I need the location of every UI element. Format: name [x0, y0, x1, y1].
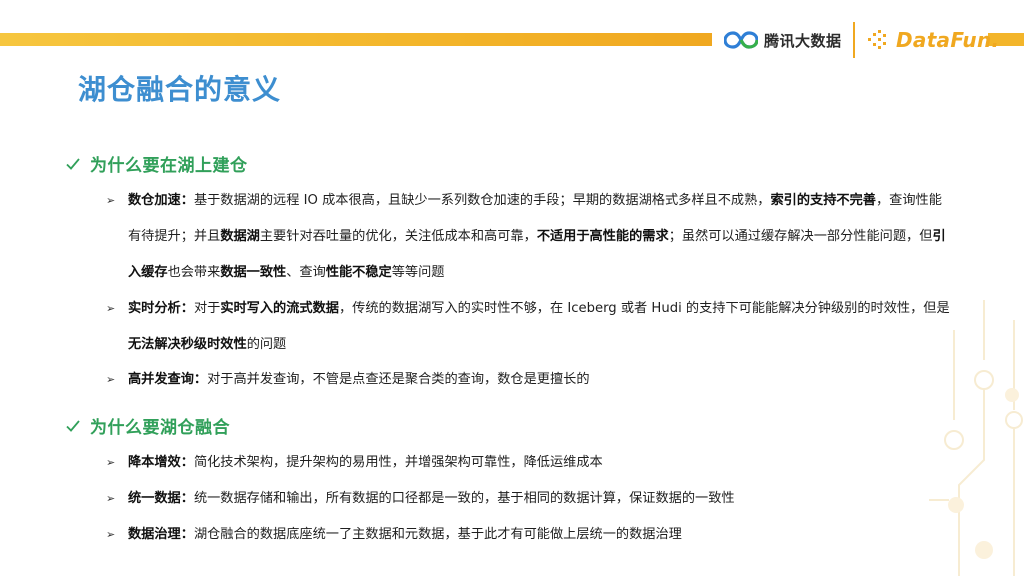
arrow-bullet-icon: ➢ — [106, 302, 116, 315]
datafun-dots-logo-icon — [868, 30, 886, 49]
list-item: ➢ 实时分析：对于实时写入的流式数据，传统的数据湖写入的实时性不够，在 Iceb… — [106, 291, 954, 363]
list-item: ➢ 降本增效：简化技术架构，提升架构的易用性，并增强架构可靠性，降低运维成本 — [106, 445, 954, 481]
check-icon — [66, 157, 80, 170]
emphasis-text: 索引的支持不完善 — [770, 193, 876, 208]
item-text: 也会带来 — [167, 265, 221, 280]
item-body: 数据治理：湖仓融合的数据底座统一了主数据和元数据，基于此才有可能做上层统一的数据… — [128, 517, 954, 553]
item-text: 统一数据存储和输出，所有数据的口径都是一致的，基于相同的数据计算，保证数据的一致… — [193, 491, 735, 506]
header-accent-bar — [0, 33, 712, 46]
list-item: ➢ 数据治理：湖仓融合的数据底座统一了主数据和元数据，基于此才有可能做上层统一的… — [106, 517, 954, 553]
item-text: 的问题 — [246, 337, 287, 352]
section-heading-1: 为什么要在湖上建仓 — [66, 151, 248, 176]
item-body: 实时分析：对于实时写入的流式数据，传统的数据湖写入的实时性不够，在 Iceber… — [128, 291, 954, 363]
emphasis-text: 数据湖 — [220, 229, 260, 244]
item-body: 高并发查询：对于高并发查询，不管是点查还是聚合类的查询，数仓是更擅长的 — [128, 362, 954, 398]
item-label: 实时分析： — [128, 301, 194, 316]
decorative-circuit-graphic — [929, 300, 1023, 576]
emphasis-text: 性能不稳定 — [325, 265, 392, 280]
item-body: 降本增效：简化技术架构，提升架构的易用性，并增强架构可靠性，降低运维成本 — [128, 445, 954, 481]
arrow-bullet-icon: ➢ — [106, 528, 116, 541]
tencent-infinity-logo-icon — [724, 31, 758, 49]
tencent-bigdata-brand: 腾讯大数据 — [724, 28, 842, 52]
list-item: ➢ 数仓加速：基于数据湖的远程 IO 成本很高，且缺少一系列数仓加速的手段；早期… — [106, 183, 954, 291]
emphasis-text: 无法解决秒级时效性 — [128, 337, 247, 352]
section-heading-2: 为什么要湖仓融合 — [66, 413, 230, 438]
item-label: 数仓加速： — [128, 193, 194, 208]
item-label: 高并发查询： — [128, 372, 208, 387]
emphasis-text: 实时写入的流式数据 — [220, 301, 339, 316]
arrow-bullet-icon: ➢ — [106, 194, 116, 207]
emphasis-text: 数据一致性 — [220, 265, 287, 280]
item-body: 数仓加速：基于数据湖的远程 IO 成本很高，且缺少一系列数仓加速的手段；早期的数… — [128, 183, 954, 291]
item-text: ；虽然可以通过缓存解决一部分性能问题，但 — [668, 229, 933, 244]
datafun-name: DataFun. — [896, 28, 1000, 52]
brand-divider — [853, 22, 855, 58]
item-label: 统一数据： — [128, 491, 194, 506]
check-icon — [66, 419, 80, 432]
item-text: 等等问题 — [391, 265, 445, 280]
item-text: 对于高并发查询，不管是点查还是聚合类的查询，数仓是更擅长的 — [207, 372, 590, 387]
section-heading-text: 为什么要在湖上建仓 — [90, 156, 248, 176]
item-label: 降本增效： — [128, 455, 194, 470]
item-body: 统一数据：统一数据存储和输出，所有数据的口径都是一致的，基于相同的数据计算，保证… — [128, 481, 954, 517]
list-item: ➢ 高并发查询：对于高并发查询，不管是点查还是聚合类的查询，数仓是更擅长的 — [106, 362, 954, 398]
item-text: 对于 — [193, 301, 221, 316]
page-title: 湖仓融合的意义 — [78, 73, 282, 106]
item-text: 基于数据湖的远程 IO 成本很高，且缺少一系列数仓加速的手段；早期的数据湖格式多… — [193, 193, 771, 208]
arrow-bullet-icon: ➢ — [106, 456, 116, 469]
item-text: 湖仓融合的数据底座统一了主数据和元数据，基于此才有可能做上层统一的数据治理 — [193, 527, 682, 542]
datafun-brand: DataFun. — [866, 26, 999, 54]
tencent-bigdata-name: 腾讯大数据 — [764, 31, 842, 50]
arrow-bullet-icon: ➢ — [106, 373, 116, 386]
item-text: ，传统的数据湖写入的实时性不够，在 Iceberg 或者 Hudi 的支持下可能… — [339, 301, 950, 316]
arrow-bullet-icon: ➢ — [106, 492, 116, 505]
item-text: 主要针对吞吐量的优化，关注低成本和高可靠， — [259, 229, 537, 244]
list-item: ➢ 统一数据：统一数据存储和输出，所有数据的口径都是一致的，基于相同的数据计算，… — [106, 481, 954, 517]
item-text: 简化技术架构，提升架构的易用性，并增强架构可靠性，降低运维成本 — [193, 455, 603, 470]
section-heading-text: 为什么要湖仓融合 — [90, 418, 230, 438]
emphasis-text: 不适用于高性能的需求 — [536, 229, 669, 244]
item-text: 、查询 — [286, 265, 326, 280]
item-label: 数据治理： — [128, 527, 194, 542]
